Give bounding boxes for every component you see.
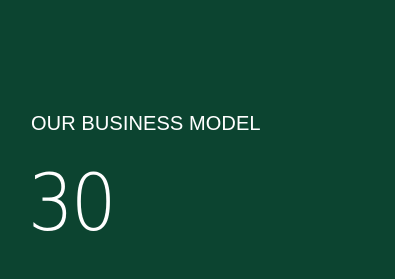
section-divider-panel: OUR BUSINESS MODEL 30 bbox=[0, 0, 395, 279]
page-number: 30 bbox=[28, 159, 117, 249]
section-title: OUR BUSINESS MODEL bbox=[31, 113, 261, 135]
